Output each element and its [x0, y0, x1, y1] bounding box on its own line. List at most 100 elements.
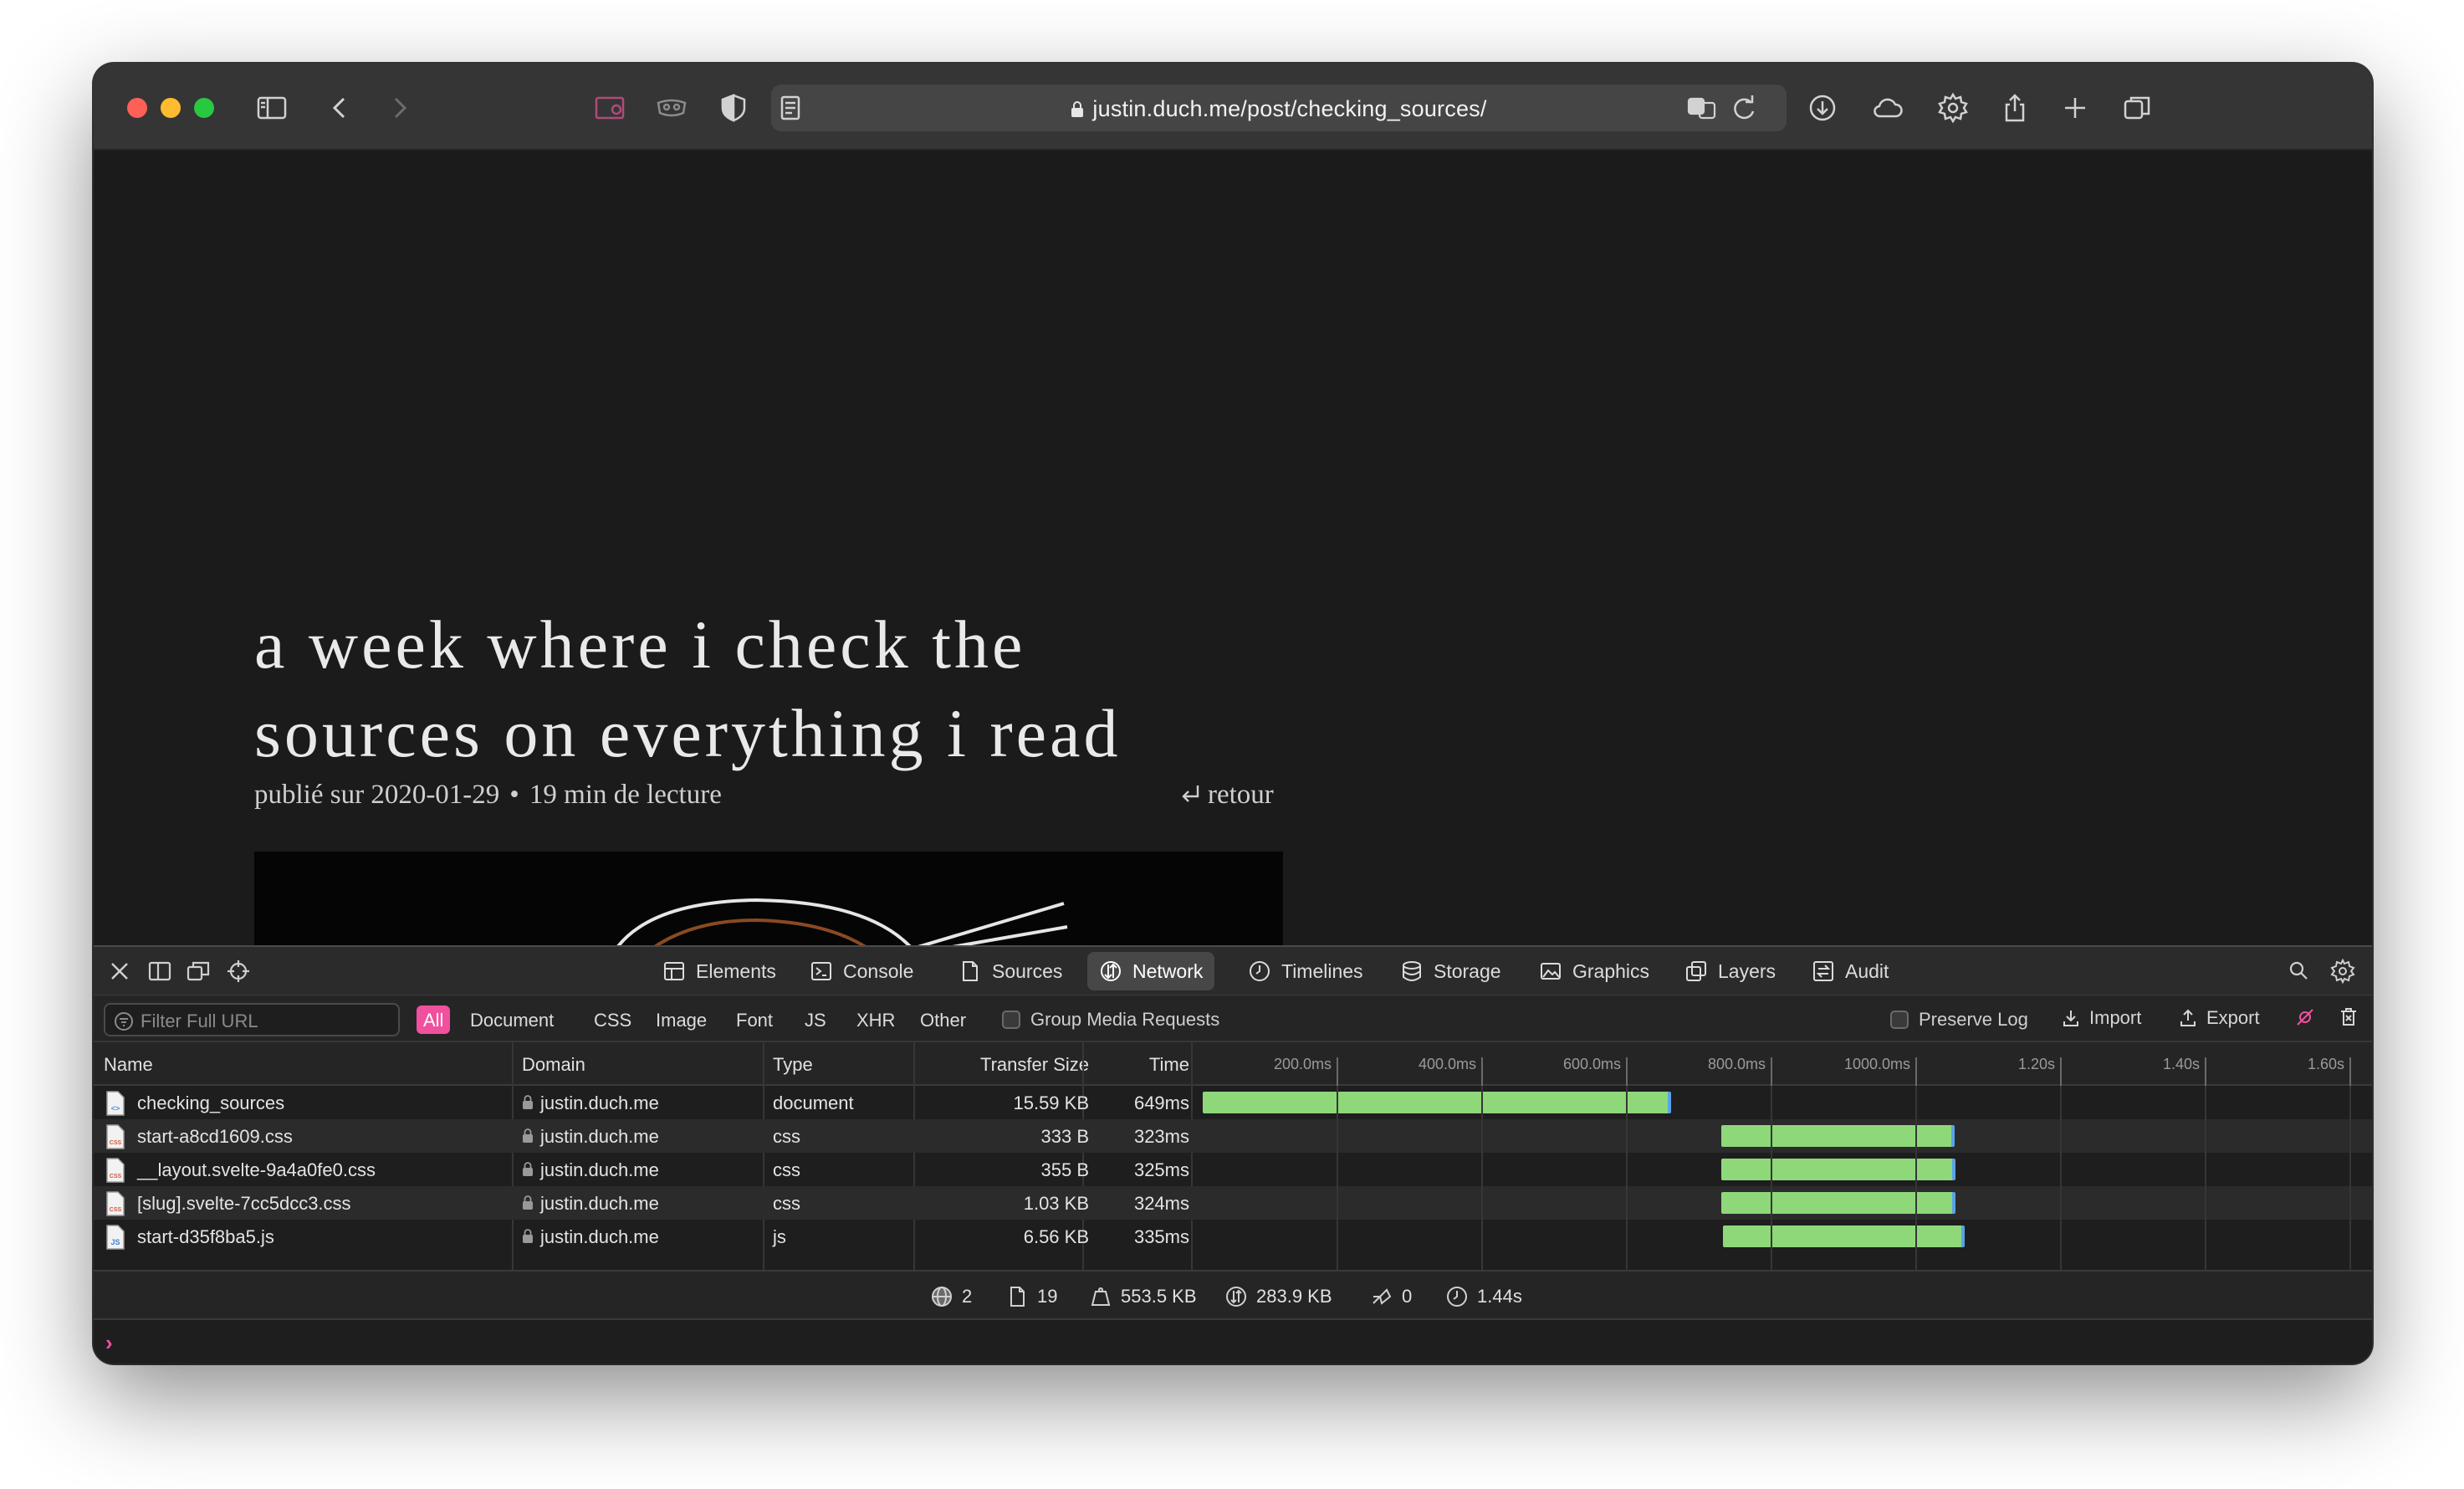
- tab-graphics[interactable]: Graphics: [1527, 952, 1661, 990]
- tab-elements[interactable]: Elements: [651, 952, 788, 990]
- close-window-button[interactable]: [127, 98, 147, 118]
- sidebar-icon[interactable]: [253, 89, 291, 127]
- header-name[interactable]: Name: [104, 1054, 153, 1076]
- filter-document[interactable]: Document: [463, 1005, 560, 1034]
- settings-gear-icon[interactable]: [1934, 89, 1972, 127]
- inspector-settings-icon[interactable]: [2327, 955, 2359, 987]
- header-type[interactable]: Type: [773, 1054, 813, 1076]
- new-tab-icon[interactable]: [2056, 89, 2094, 127]
- url-text: justin.duch.me/post/checking_sources/: [1092, 96, 1487, 121]
- reload-icon[interactable]: [1725, 89, 1763, 127]
- minimize-window-button[interactable]: [161, 98, 181, 118]
- tab-storage[interactable]: Storage: [1388, 952, 1513, 990]
- waterfall-gridline: [2205, 1086, 2206, 1270]
- css-file-icon: CSS: [106, 1158, 125, 1183]
- zoom-window-button[interactable]: [194, 98, 214, 118]
- waterfall-tick-line: [1771, 1057, 1772, 1086]
- tab-layers[interactable]: Layers: [1673, 952, 1787, 990]
- network-filter-bar: Filter Full URL All Document CSS Image F…: [94, 995, 2372, 1042]
- waterfall-bar[interactable]: [1722, 1225, 1965, 1247]
- console-prompt-line[interactable]: ›: [94, 1320, 2372, 1364]
- waterfall-tick-line: [2205, 1057, 2206, 1086]
- document-icon: [1010, 1287, 1025, 1307]
- tab-sources[interactable]: Sources: [947, 952, 1074, 990]
- waterfall-tick-line: [1337, 1057, 1338, 1086]
- table-row[interactable]: CSS __layout.svelte-9a4a0fe0.css justin.du…: [94, 1153, 2372, 1186]
- download-icon[interactable]: [1803, 89, 1842, 127]
- disable-cache-button[interactable]: [2295, 1007, 2315, 1027]
- filter-css[interactable]: CSS: [587, 1005, 638, 1034]
- table-row[interactable]: CSS [slug].svelte-7cc5dcc3.css justin.duch…: [94, 1186, 2372, 1220]
- summary-resources-value: 19: [1037, 1286, 1058, 1307]
- filter-all[interactable]: All: [417, 1005, 451, 1034]
- waterfall-gridline: [2060, 1086, 2062, 1270]
- tab-network[interactable]: Network: [1087, 952, 1215, 990]
- network-icon: [1101, 961, 1121, 981]
- clear-log-button[interactable]: [2339, 1007, 2359, 1027]
- summary-transferred: 283.9 KB: [1224, 1285, 1332, 1308]
- filter-js[interactable]: JS: [798, 1005, 833, 1034]
- header-time[interactable]: Time: [1122, 1054, 1189, 1076]
- search-icon[interactable]: [2283, 955, 2315, 987]
- summary-size: 553.5 KB: [1089, 1285, 1197, 1308]
- export-label: Export: [2206, 1007, 2260, 1028]
- translate-icon[interactable]: A: [1683, 89, 1721, 127]
- waterfall-gridline: [1337, 1086, 1338, 1270]
- back-link[interactable]: retour: [1178, 780, 1274, 811]
- tab-audit-label: Audit: [1845, 959, 1889, 982]
- elements-icon: [664, 962, 684, 980]
- waterfall-bar[interactable]: [1720, 1192, 1955, 1214]
- export-button[interactable]: Export: [2178, 1007, 2260, 1029]
- header-domain[interactable]: Domain: [522, 1054, 585, 1076]
- waterfall-bar[interactable]: [1720, 1159, 1956, 1180]
- back-icon[interactable]: [321, 89, 360, 127]
- waterfall-tick-line: [1626, 1057, 1628, 1086]
- css-file-icon: CSS: [106, 1124, 125, 1149]
- close-inspector-icon[interactable]: [104, 955, 135, 987]
- waterfall-tick-label: 800.0ms: [1707, 1056, 1766, 1072]
- css-file-icon: CSS: [106, 1191, 125, 1216]
- waterfall-bar[interactable]: [1720, 1125, 1955, 1147]
- mask-icon[interactable]: [652, 89, 691, 127]
- preserve-log-checkbox[interactable]: [1890, 1011, 1909, 1029]
- filter-xhr[interactable]: XHR: [850, 1005, 902, 1034]
- privacy-shield-icon[interactable]: [714, 89, 753, 127]
- tab-timelines[interactable]: Timelines: [1236, 952, 1375, 990]
- lock-icon: [523, 1229, 533, 1243]
- request-size: 333 B: [1040, 1126, 1090, 1147]
- filter-font[interactable]: Font: [729, 1005, 780, 1034]
- waterfall-tick-line: [1481, 1057, 1483, 1086]
- waterfall-gridline: [1771, 1086, 1772, 1270]
- request-size: 15.59 KB: [1013, 1092, 1089, 1113]
- forward-icon[interactable]: [380, 89, 418, 127]
- table-row[interactable]: JS start-d35f8ba5.js justin.duch.me js 6.56 …: [94, 1220, 2372, 1253]
- request-domain: justin.duch.me: [522, 1226, 659, 1248]
- address-bar[interactable]: justin.duch.me/post/checking_sources/ A: [771, 84, 1787, 131]
- detach-window-icon[interactable]: [182, 955, 214, 987]
- tab-overview-icon[interactable]: [2118, 89, 2156, 127]
- header-transfer-size[interactable]: Transfer Size: [955, 1054, 1089, 1076]
- cloud-icon[interactable]: [1868, 89, 1907, 127]
- import-button[interactable]: Import: [2061, 1007, 2141, 1029]
- group-media-checkbox[interactable]: [1002, 1011, 1020, 1029]
- summary-domains: 2: [930, 1285, 972, 1308]
- waterfall-bar[interactable]: [1203, 1092, 1672, 1113]
- import-label: Import: [2089, 1007, 2142, 1028]
- dock-side-icon[interactable]: [144, 955, 176, 987]
- tab-console[interactable]: Console: [798, 952, 925, 990]
- tab-audit[interactable]: Audit: [1800, 952, 1900, 990]
- request-size: 355 B: [1040, 1159, 1090, 1180]
- share-icon[interactable]: [1996, 89, 2034, 127]
- waterfall-gridline: [1915, 1086, 1917, 1270]
- filter-url-input[interactable]: Filter Full URL: [104, 1003, 400, 1036]
- element-picker-icon[interactable]: [222, 955, 254, 987]
- extension-icon[interactable]: [590, 89, 629, 127]
- tab-network-label: Network: [1132, 959, 1204, 982]
- read-time: 19 min de lecture: [529, 780, 722, 810]
- filter-other[interactable]: Other: [913, 1005, 973, 1034]
- waterfall-gridline: [1626, 1086, 1628, 1270]
- table-row[interactable]: CSS start-a8cd1609.css justin.duch.me css 33…: [94, 1119, 2372, 1153]
- filter-image[interactable]: Image: [649, 1005, 713, 1034]
- request-type: document: [773, 1092, 854, 1113]
- waterfall-tick-label: 1.40s: [2162, 1056, 2200, 1072]
